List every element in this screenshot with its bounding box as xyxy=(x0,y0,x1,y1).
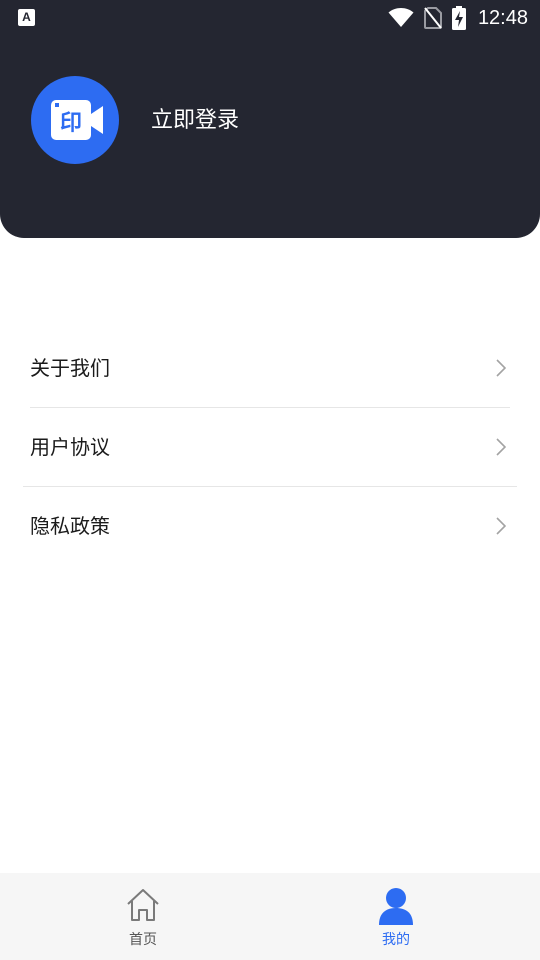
menu-item-label: 关于我们 xyxy=(30,356,110,380)
login-button[interactable]: 立即登录 xyxy=(151,105,239,137)
tab-home[interactable]: 首页 xyxy=(8,873,278,960)
avatar-glyph: 印 xyxy=(60,111,82,136)
menu-item-label: 用户协议 xyxy=(30,435,110,459)
menu-item-privacy-policy[interactable]: 隐私政策 xyxy=(0,487,540,566)
tab-mine[interactable]: 我的 xyxy=(261,873,531,960)
settings-menu: 关于我们 用户协议 隐私政策 xyxy=(0,329,540,566)
chevron-right-icon xyxy=(496,517,506,535)
wifi-icon xyxy=(388,8,414,27)
chevron-right-icon xyxy=(496,359,506,377)
menu-item-label: 隐私政策 xyxy=(30,514,110,538)
profile-header: A 12:48 印 立即登录 xyxy=(0,0,540,238)
app-notification-glyph: A xyxy=(22,10,31,24)
status-bar: A 12:48 xyxy=(0,0,540,36)
tab-label: 我的 xyxy=(382,932,410,948)
no-sim-icon xyxy=(423,7,442,29)
app-notification-icon: A xyxy=(18,9,35,26)
home-icon xyxy=(127,889,159,921)
tab-label: 首页 xyxy=(129,932,157,948)
menu-item-user-agreement[interactable]: 用户协议 xyxy=(0,408,540,487)
video-print-logo-icon: 印 xyxy=(51,100,103,140)
menu-item-about-us[interactable]: 关于我们 xyxy=(0,329,540,408)
status-icons: 12:48 xyxy=(388,4,528,32)
battery-charging-icon xyxy=(451,6,466,30)
bottom-tab-bar: 首页 我的 xyxy=(0,873,540,960)
user-icon xyxy=(379,888,413,925)
avatar[interactable]: 印 xyxy=(31,76,119,164)
chevron-right-icon xyxy=(496,438,506,456)
status-time: 12:48 xyxy=(477,6,528,29)
